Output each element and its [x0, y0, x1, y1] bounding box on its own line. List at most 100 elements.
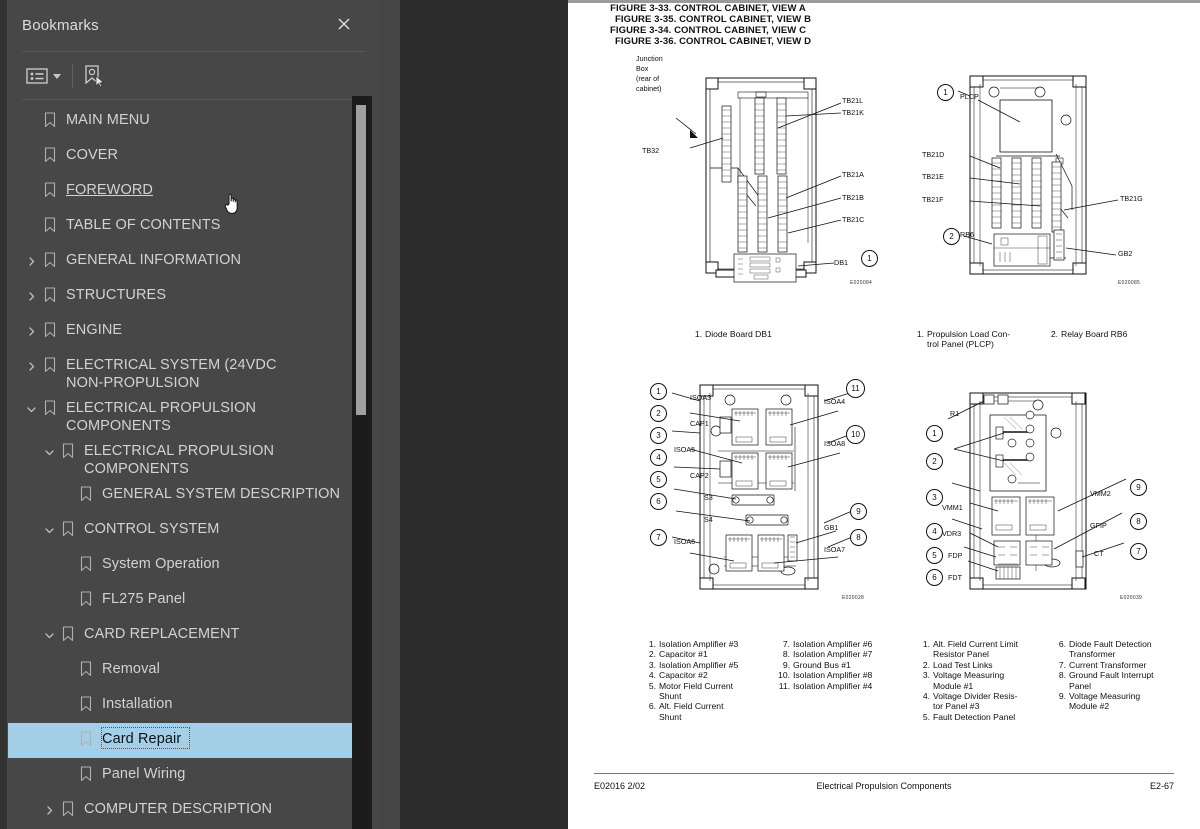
bookmark-item-removal[interactable]: Removal [8, 653, 360, 688]
new-bookmark-button[interactable] [82, 62, 106, 90]
pdf-page[interactable]: Junction Box (rear of cabinet) TB32 TB21… [568, 3, 1200, 829]
collapse-toggle[interactable] [40, 623, 58, 647]
callout-11: 11 [846, 379, 865, 398]
callout-1: 1 [937, 84, 954, 101]
legend-num: 7. [782, 639, 790, 649]
bookmark-item-card-repair[interactable]: Card Repair [8, 723, 360, 758]
bookmark-item-main-menu[interactable]: MAIN MENU [8, 104, 360, 139]
bookmark-item-electrical-propulsion-components[interactable]: ELECTRICAL PROPULSION COMPONENTS [8, 392, 360, 435]
legend-text: Isolation Amplifier #4 [793, 680, 873, 691]
list-options-icon [26, 68, 48, 84]
bookmark-item-general-system-description[interactable]: GENERAL SYSTEM DESCRIPTION [8, 478, 360, 513]
legend-num: 2. [648, 649, 656, 660]
bookmark-item-electrical-propulsion-components[interactable]: ELECTRICAL PROPULSION COMPONENTS [8, 435, 360, 478]
bookmark-icon-wrap [40, 284, 60, 306]
expand-toggle[interactable] [22, 319, 40, 343]
expand-toggle[interactable] [22, 284, 40, 308]
legend-item: 6. Diode Fault Detection Transformer [1052, 639, 1178, 660]
bookmark-icon-wrap [40, 179, 60, 201]
bookmark-item-foreword[interactable]: FOREWORD [8, 174, 360, 209]
chevron-down-icon [26, 406, 36, 412]
bookmark-icon-wrap [76, 553, 96, 575]
callout-3: 3 [926, 489, 943, 506]
legend-item: 11. Isolation Amplifier #4 [776, 681, 902, 691]
label-rear-of: (rear of [636, 74, 660, 83]
bookmark-item-control-system[interactable]: CONTROL SYSTEM [8, 513, 360, 548]
label-tb21f: TB21F [922, 195, 944, 204]
legend-text: Voltage Measuring Module #1 [933, 670, 1005, 691]
bookmark-icon [44, 400, 56, 416]
callout-9: 9 [850, 503, 867, 520]
legend-item: 4. Voltage Divider Resis- tor Panel #3 [916, 691, 1038, 712]
bookmark-icon [80, 486, 92, 502]
label-isoa7: ISOA7 [824, 545, 846, 554]
label-rb6: RB6 [960, 230, 974, 239]
bookmark-item-system-operation[interactable]: System Operation [8, 548, 360, 583]
chevron-right-icon [46, 805, 52, 815]
bookmark-icon-wrap [40, 144, 60, 166]
close-icon[interactable] [332, 14, 356, 38]
bookmark-item-electrical-system-24vdc-non-propulsion[interactable]: ELECTRICAL SYSTEM (24VDC NON-PROPULSION [8, 349, 360, 392]
collapse-toggle[interactable] [40, 440, 58, 464]
bookmark-options-button[interactable] [26, 62, 61, 90]
bookmark-label: GENERAL SYSTEM DESCRIPTION [102, 486, 341, 502]
chevron-down-icon [44, 449, 54, 455]
bookmark-icon [62, 521, 74, 537]
figure-3-36: R1 VMM1 VDR3 FDP FDT VMM2 GFIP CT 1 2 3 … [908, 371, 1178, 616]
collapse-toggle[interactable] [22, 397, 40, 421]
bookmark-icon-wrap [76, 763, 96, 785]
chevron-down-icon [44, 632, 54, 638]
panel-title: Bookmarks [22, 17, 99, 34]
label-tb21g: TB21G [1120, 194, 1143, 203]
expand-toggle[interactable] [22, 249, 40, 273]
bookmark-icon [62, 626, 74, 642]
bookmark-icon [80, 591, 92, 607]
callout-1: 1 [926, 425, 943, 442]
label-ct: CT [1094, 549, 1104, 558]
bookmark-item-cover[interactable]: COVER [8, 139, 360, 174]
bookmark-item-card-replacement[interactable]: CARD REPLACEMENT [8, 618, 360, 653]
bookmark-label: TABLE OF CONTENTS [66, 217, 221, 233]
bookmark-item-installation[interactable]: Installation [8, 688, 360, 723]
bookmark-icon [44, 147, 56, 163]
legend-text: Isolation Amplifier #8 [793, 670, 873, 681]
figure-3-33-caption: FIGURE 3-33. CONTROL CABINET, VIEW A [610, 3, 806, 14]
bookmark-icon-wrap [40, 354, 60, 376]
bookmark-item-structures[interactable]: STRUCTURES [8, 279, 360, 314]
legend-item: 6. Alt. Field Current Shunt [642, 701, 762, 722]
figure-3-33-legend: 1. Diode Board DB1 [688, 329, 888, 339]
bookmarks-scrollbar-thumb[interactable] [356, 105, 366, 415]
callout-7: 7 [1130, 543, 1147, 560]
bookmark-label: ELECTRICAL PROPULSION COMPONENTS [66, 400, 257, 434]
expand-toggle[interactable] [22, 354, 40, 378]
legend-item: 7. Isolation Amplifier #6 [776, 639, 902, 649]
expand-toggle[interactable] [40, 798, 58, 822]
collapse-toggle[interactable] [40, 518, 58, 542]
label-isoa6: ISOA6 [674, 537, 696, 546]
footer-rule [594, 773, 1174, 774]
legend-item: 8. Ground Fault Interrupt Panel [1052, 670, 1178, 691]
bookmarks-tree: MAIN MENU COVER FOREWORD TABLE OF CONTENTS G… [8, 104, 360, 828]
bookmark-item-panel-wiring[interactable]: Panel Wiring [8, 758, 360, 793]
label-plcp: PLCP [960, 92, 979, 101]
sidebar-collapse-handle[interactable] [380, 0, 774, 829]
legend-item: 9. Voltage Measuring Module #2 [1052, 691, 1178, 712]
figure-3-34-legend-col-1: 1. Isolation Amplifier #3 2. Capacitor #1 … [642, 639, 762, 722]
bookmark-icon-wrap [76, 728, 96, 750]
bookmark-item-fl275-panel[interactable]: FL275 Panel [8, 583, 360, 618]
bookmark-item-computer-description[interactable]: COMPUTER DESCRIPTION [8, 793, 360, 828]
bookmark-item-engine[interactable]: ENGINE [8, 314, 360, 349]
viewer-background [380, 0, 568, 829]
legend-num: 4. [648, 670, 656, 681]
figure-3-35: PLCP TB21D TB21E TB21F TB21G RB6 GB2 1 2… [908, 58, 1178, 298]
bookmark-item-general-information[interactable]: GENERAL INFORMATION [8, 244, 360, 279]
bookmark-icon-wrap [58, 518, 78, 540]
bookmark-icon [44, 217, 56, 233]
legend-item: 2. Load Test Links [916, 660, 1038, 670]
figure-3-36-legend-col-2: 6. Diode Fault Detection Transformer 7. Cu… [1052, 639, 1178, 722]
callout-7: 7 [650, 529, 667, 546]
bookmark-item-table-of-contents[interactable]: TABLE OF CONTENTS [8, 209, 360, 244]
toolbar-separator [72, 64, 73, 88]
legend-text: Diode Board DB1 [705, 329, 772, 339]
legend-item: 1. Isolation Amplifier #3 [642, 639, 762, 649]
